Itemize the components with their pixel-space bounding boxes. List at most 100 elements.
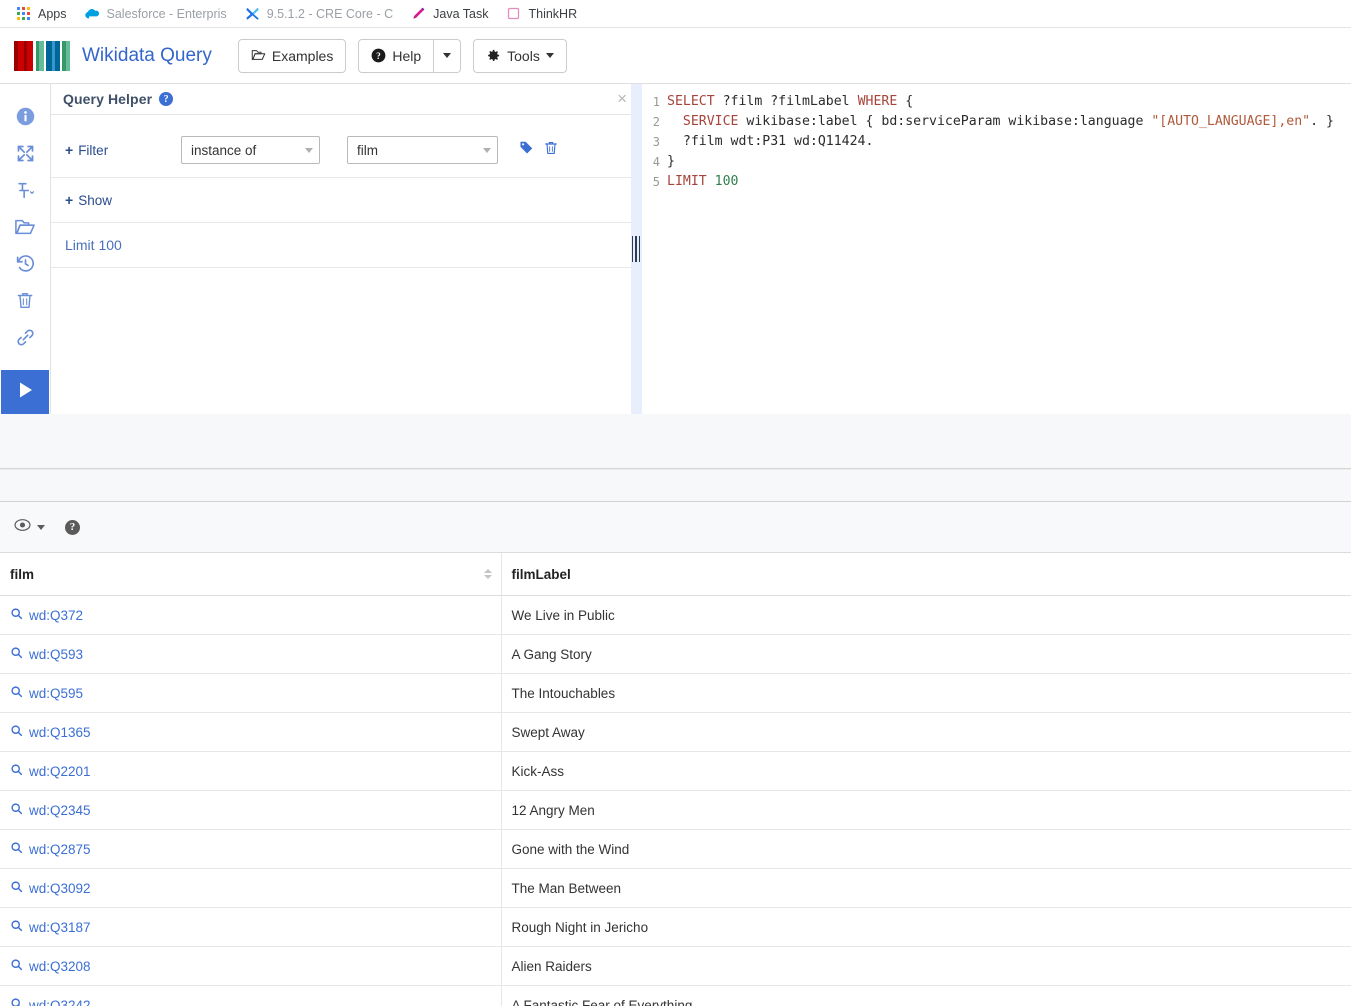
sidebar-icon-rail xyxy=(0,84,51,414)
code-text: ?film wdt:P31 wd:Q11424. xyxy=(667,132,874,152)
column-header-filmlabel[interactable]: filmLabel xyxy=(501,553,1351,596)
entity-link[interactable]: wd:Q3187 xyxy=(10,919,91,935)
trash-icon xyxy=(15,290,35,311)
magnifier-icon xyxy=(10,646,23,662)
add-filter-button[interactable]: + Filter xyxy=(65,142,171,158)
code-token: LIMIT xyxy=(667,174,707,189)
limit-row: Limit 100 xyxy=(51,223,636,268)
cell-film: wd:Q3187 xyxy=(0,907,502,947)
close-icon[interactable]: × xyxy=(617,90,627,107)
cell-film: wd:Q372 xyxy=(0,595,502,635)
wikidata-logo-icon[interactable] xyxy=(14,40,70,71)
results-help-icon[interactable]: ? xyxy=(65,519,80,535)
info-icon xyxy=(15,106,36,127)
cell-filmlabel: Rough Night in Jericho xyxy=(501,907,1351,947)
limit-label[interactable]: Limit 100 xyxy=(65,237,122,253)
magnifier-icon xyxy=(10,724,23,740)
entity-link[interactable]: wd:Q2201 xyxy=(10,763,91,779)
bookmark-apps[interactable]: Apps xyxy=(8,4,76,24)
results-view-mode-button[interactable] xyxy=(14,518,45,537)
panel-splitter[interactable] xyxy=(627,84,645,414)
sidebar-item-fullscreen[interactable] xyxy=(5,135,45,172)
code-token: SERVICE xyxy=(682,114,739,129)
help-dropdown-button[interactable] xyxy=(434,38,462,73)
apps-grid-icon xyxy=(17,6,31,21)
code-token: . } xyxy=(1310,114,1334,129)
entity-link[interactable]: wd:Q595 xyxy=(10,685,83,701)
entity-link[interactable]: wd:Q2345 xyxy=(10,802,91,818)
chevron-down-icon xyxy=(443,53,452,58)
entity-link[interactable]: wd:Q3242 xyxy=(10,997,91,1006)
bookmark-cre-core[interactable]: 9.5.1.2 - CRE Core - C xyxy=(236,3,402,24)
jira-x-icon xyxy=(245,6,260,21)
entity-link[interactable]: wd:Q593 xyxy=(10,646,83,662)
entity-id: wd:Q593 xyxy=(29,646,84,662)
svg-text:?: ? xyxy=(377,52,382,62)
filter-tag-button[interactable] xyxy=(518,139,535,161)
cell-film: wd:Q2345 xyxy=(0,790,502,830)
filter-delete-button[interactable] xyxy=(543,139,559,162)
table-row: wd:Q372 We Live in Public xyxy=(0,595,1351,635)
query-helper-header: Query Helper ? × xyxy=(51,84,636,115)
bookmark-salesforce[interactable]: Salesforce - Enterpris xyxy=(76,3,236,24)
sidebar-item-info[interactable] xyxy=(5,98,45,135)
entity-link[interactable]: wd:Q3092 xyxy=(10,880,91,896)
magnifier-icon xyxy=(10,958,23,974)
filter-property-select[interactable]: instance of xyxy=(181,136,320,164)
entity-id: wd:Q3208 xyxy=(29,958,91,974)
add-show-button[interactable]: + Show xyxy=(65,192,171,208)
tools-button[interactable]: Tools xyxy=(473,38,567,73)
code-token: wikibase:label { bd:serviceParam wikibas… xyxy=(738,114,1152,129)
query-helper-help-icon[interactable]: ? xyxy=(159,92,174,106)
pin-icon xyxy=(14,180,36,201)
bookmark-label: ThinkHR xyxy=(528,6,578,21)
cell-film: wd:Q593 xyxy=(0,634,502,674)
link-icon xyxy=(15,327,36,348)
entity-id: wd:Q372 xyxy=(29,607,84,623)
work-area: Query Helper ? × + Filter instance of fi… xyxy=(0,84,1351,414)
column-header-label: filmLabel xyxy=(511,567,571,582)
sidebar-item-history[interactable] xyxy=(5,246,45,283)
pen-icon xyxy=(411,6,426,21)
sidebar-item-open[interactable] xyxy=(5,209,45,246)
help-button-group: ? Help xyxy=(358,38,462,73)
cell-film: wd:Q1365 xyxy=(0,712,502,752)
bookmark-label: Salesforce - Enterpris xyxy=(106,6,227,21)
table-row: wd:Q3187 Rough Night in Jericho xyxy=(0,907,1351,947)
sidebar-item-pin[interactable] xyxy=(5,172,45,209)
column-header-label: film xyxy=(10,567,35,582)
run-query-button[interactable] xyxy=(1,370,49,414)
square-outline-icon xyxy=(506,6,521,21)
column-header-film[interactable]: film xyxy=(0,553,502,596)
chevron-down-icon xyxy=(37,524,45,530)
sidebar-item-link[interactable] xyxy=(5,319,45,356)
code-text: LIMIT 100 xyxy=(667,172,738,192)
sidebar-item-clear[interactable] xyxy=(5,282,45,319)
bookmark-thinkhr[interactable]: ThinkHR xyxy=(497,3,586,24)
cell-filmlabel: Kick-Ass xyxy=(501,751,1351,791)
logo-bar xyxy=(65,40,70,71)
bookmark-java-task[interactable]: Java Task xyxy=(402,3,497,24)
magnifier-icon xyxy=(10,919,23,935)
cell-filmlabel: Gone with the Wind xyxy=(501,829,1351,869)
results-table: film filmLabel wd:Q372 We Live in Public w… xyxy=(0,553,1351,1006)
tag-icon xyxy=(518,139,535,161)
help-button[interactable]: ? Help xyxy=(358,38,435,73)
code-text: SERVICE wikibase:label { bd:serviceParam… xyxy=(667,112,1334,132)
chevron-down-icon xyxy=(305,147,313,153)
sparql-editor[interactable]: 1 SELECT ?film ?filmLabel WHERE {2 SERVIC… xyxy=(637,84,1351,414)
table-row: wd:Q593 A Gang Story xyxy=(0,634,1351,674)
entity-link[interactable]: wd:Q372 xyxy=(10,607,83,623)
entity-link[interactable]: wd:Q2875 xyxy=(10,841,91,857)
cell-filmlabel: 12 Angry Men xyxy=(501,790,1351,830)
entity-link[interactable]: wd:Q3208 xyxy=(10,958,91,974)
code-line: 5 LIMIT 100 xyxy=(637,172,1351,192)
filter-value-select[interactable]: film xyxy=(347,136,498,164)
cell-filmlabel: Swept Away xyxy=(501,712,1351,752)
cell-film: wd:Q2875 xyxy=(0,829,502,869)
entity-id: wd:Q2875 xyxy=(29,841,91,857)
examples-button[interactable]: Examples xyxy=(237,38,347,73)
entity-link[interactable]: wd:Q1365 xyxy=(10,724,91,740)
chevron-down-icon xyxy=(545,53,554,58)
cell-film: wd:Q3242 xyxy=(0,985,502,1006)
